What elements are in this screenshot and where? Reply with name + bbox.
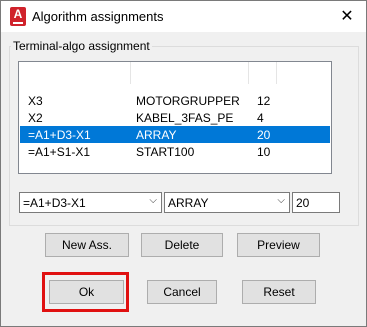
terminal-cell: =A1+D3-X1: [28, 128, 91, 142]
number-input[interactable]: 20: [292, 192, 340, 213]
number-input-value: 20: [296, 196, 310, 210]
reset-button[interactable]: Reset: [242, 280, 316, 304]
algorithm-combobox[interactable]: ARRAY ⌵: [164, 192, 290, 213]
app-icon-bar: [13, 22, 23, 24]
terminal-cell: X3: [28, 94, 43, 108]
preview-button[interactable]: Preview: [237, 233, 320, 257]
list-item[interactable]: X2 KABEL_3FAS_PE 4: [20, 109, 330, 126]
app-icon: A: [10, 7, 26, 26]
cancel-button[interactable]: Cancel: [147, 280, 217, 304]
assignment-list[interactable]: X3 MOTORGRUPPER 12 X2 KABEL_3FAS_PE 4 =A…: [18, 61, 332, 174]
algorithm-cell: MOTORGRUPPER: [136, 94, 240, 108]
title-bar: A Algorithm assignments ✕: [1, 1, 366, 32]
algorithm-assignments-dialog: A Algorithm assignments ✕ Terminal-algo …: [0, 0, 367, 327]
column-header-terminal[interactable]: [19, 62, 131, 84]
value-cell: 4: [257, 111, 264, 125]
new-ass-button[interactable]: New Ass.: [45, 233, 129, 257]
terminal-cell: =A1+S1-X1: [28, 145, 91, 159]
group-label: Terminal-algo assignment: [11, 39, 152, 53]
terminal-combobox-value: =A1+D3-X1: [23, 196, 86, 210]
chevron-down-icon[interactable]: ⌵: [149, 195, 157, 206]
list-item-selected[interactable]: =A1+D3-X1 ARRAY 20: [20, 126, 330, 143]
algorithm-cell: START100: [136, 145, 195, 159]
value-cell: 12: [257, 94, 271, 108]
algorithm-combobox-value: ARRAY: [168, 196, 209, 210]
app-icon-letter: A: [13, 7, 23, 21]
list-item[interactable]: =A1+S1-X1 START100 10: [20, 143, 330, 160]
column-header-value[interactable]: [249, 62, 277, 84]
terminal-cell: X2: [28, 111, 43, 125]
chevron-down-icon[interactable]: ⌵: [277, 195, 285, 206]
terminal-combobox[interactable]: =A1+D3-X1 ⌵: [19, 192, 162, 213]
list-item[interactable]: X3 MOTORGRUPPER 12: [20, 92, 330, 109]
value-cell: 10: [257, 145, 271, 159]
value-cell: 20: [257, 128, 271, 142]
ok-highlight-box: [42, 272, 129, 312]
column-header-algorithm[interactable]: [131, 62, 249, 84]
window-title: Algorithm assignments: [32, 9, 164, 24]
delete-button[interactable]: Delete: [141, 233, 223, 257]
algorithm-cell: KABEL_3FAS_PE: [136, 111, 234, 125]
algorithm-cell: ARRAY: [136, 128, 177, 142]
close-icon[interactable]: ✕: [336, 6, 358, 28]
